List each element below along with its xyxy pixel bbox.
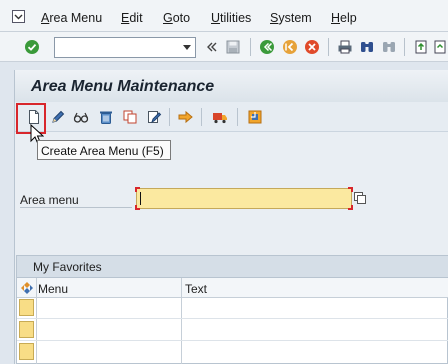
favorites-header: My Favorites [17, 256, 448, 278]
menu-edit[interactable]: Edit [121, 11, 143, 25]
required-corner-mark [135, 205, 140, 210]
exit-icon[interactable] [282, 39, 298, 55]
first-page-icon[interactable] [413, 39, 429, 55]
toolbar-separator [328, 38, 329, 56]
favorites-title: My Favorites [33, 260, 102, 274]
row-selector[interactable] [19, 299, 34, 316]
application-toolbar [15, 102, 448, 132]
menu-system[interactable]: System [270, 11, 312, 25]
menu-help[interactable]: Help [331, 11, 357, 25]
enter-check-icon[interactable] [24, 39, 40, 55]
tooltip-create-area-menu: Create Area Menu (F5) [37, 140, 171, 160]
toolbar-separator [169, 108, 170, 126]
column-header-text[interactable]: Text [185, 282, 207, 296]
previous-page-icon[interactable] [432, 39, 448, 55]
toolbar-separator [250, 38, 251, 56]
text-caret [140, 192, 141, 205]
required-corner-mark [348, 205, 353, 210]
value-help-icon[interactable] [353, 191, 367, 205]
title-area: Area Menu Maintenance [15, 70, 448, 102]
column-header-menu[interactable]: Menu [38, 282, 68, 296]
area-menu-label: Area menu [20, 193, 79, 207]
menu-bar: Area Menu Edit Goto Utilities System Hel… [0, 0, 448, 32]
column-divider [36, 278, 37, 364]
column-config-icon[interactable] [20, 281, 34, 295]
required-corner-mark [135, 187, 140, 192]
transport-truck-icon[interactable] [212, 109, 228, 125]
column-divider [181, 278, 182, 364]
find-next-icon[interactable] [381, 39, 397, 55]
table-row-divider [17, 318, 448, 319]
cancel-icon[interactable] [304, 39, 320, 55]
rename-icon[interactable] [146, 109, 162, 125]
save-icon[interactable] [225, 39, 241, 55]
menu-goto[interactable]: Goto [163, 11, 190, 25]
delete-trash-icon[interactable] [98, 109, 114, 125]
find-icon[interactable] [359, 39, 375, 55]
toolbar-separator [237, 108, 238, 126]
transport-arrow-icon[interactable] [178, 109, 194, 125]
back-icon[interactable] [259, 39, 275, 55]
change-pencil-icon[interactable] [50, 109, 66, 125]
row-selector[interactable] [19, 321, 34, 338]
collapse-command-icon[interactable] [204, 39, 220, 55]
chevron-down-icon[interactable] [183, 45, 191, 50]
area-menu-input[interactable] [135, 187, 353, 210]
favorites-panel: My Favorites Menu Text [16, 255, 448, 364]
favorites-column-header: Menu Text [17, 278, 448, 298]
menu-area-menu[interactable]: Area Menu [41, 11, 102, 25]
toolbar-separator [201, 108, 202, 126]
command-field[interactable] [54, 37, 196, 58]
display-glasses-icon[interactable] [73, 109, 89, 125]
menu-utilities[interactable]: Utilities [211, 11, 251, 25]
page-title: Area Menu Maintenance [31, 78, 215, 95]
where-used-icon[interactable] [247, 109, 263, 125]
row-selector[interactable] [19, 343, 34, 360]
copy-icon[interactable] [122, 109, 138, 125]
field-label-underline [20, 207, 132, 208]
table-row-divider [17, 340, 448, 341]
print-icon[interactable] [337, 39, 353, 55]
toolbar-separator [404, 38, 405, 56]
system-menu-icon[interactable] [12, 10, 25, 23]
